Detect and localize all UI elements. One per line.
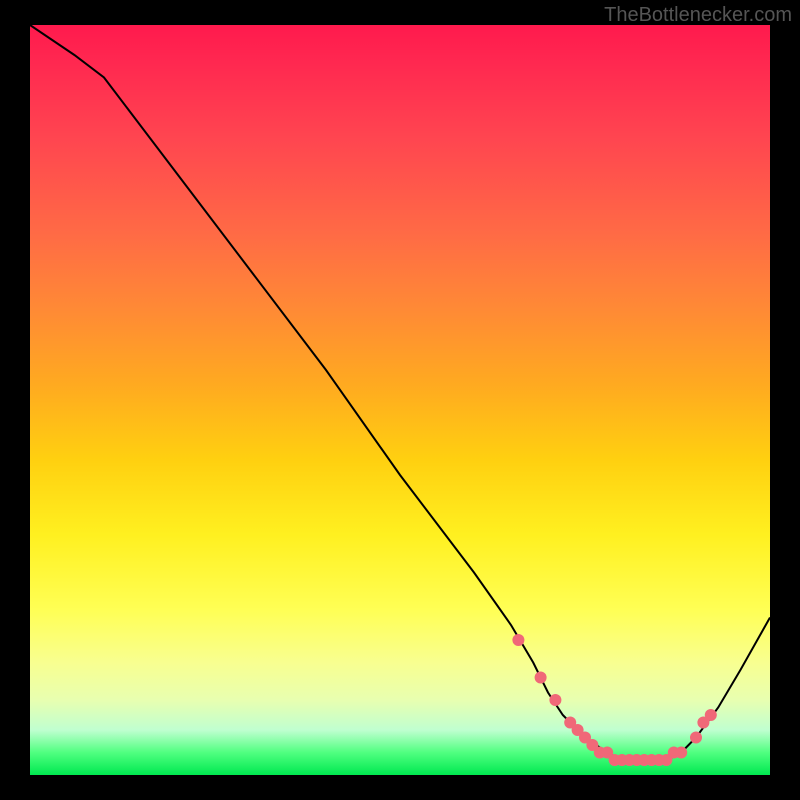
chart-plot-area [30, 25, 770, 775]
attribution-text: TheBottlenecker.com [604, 4, 792, 27]
bottleneck-curve-line [30, 25, 770, 760]
curve-marker [535, 672, 547, 684]
curve-marker [705, 709, 717, 721]
chart-svg [30, 25, 770, 775]
curve-marker [690, 732, 702, 744]
curve-marker [675, 747, 687, 759]
curve-marker [549, 694, 561, 706]
curve-marker [512, 634, 524, 646]
